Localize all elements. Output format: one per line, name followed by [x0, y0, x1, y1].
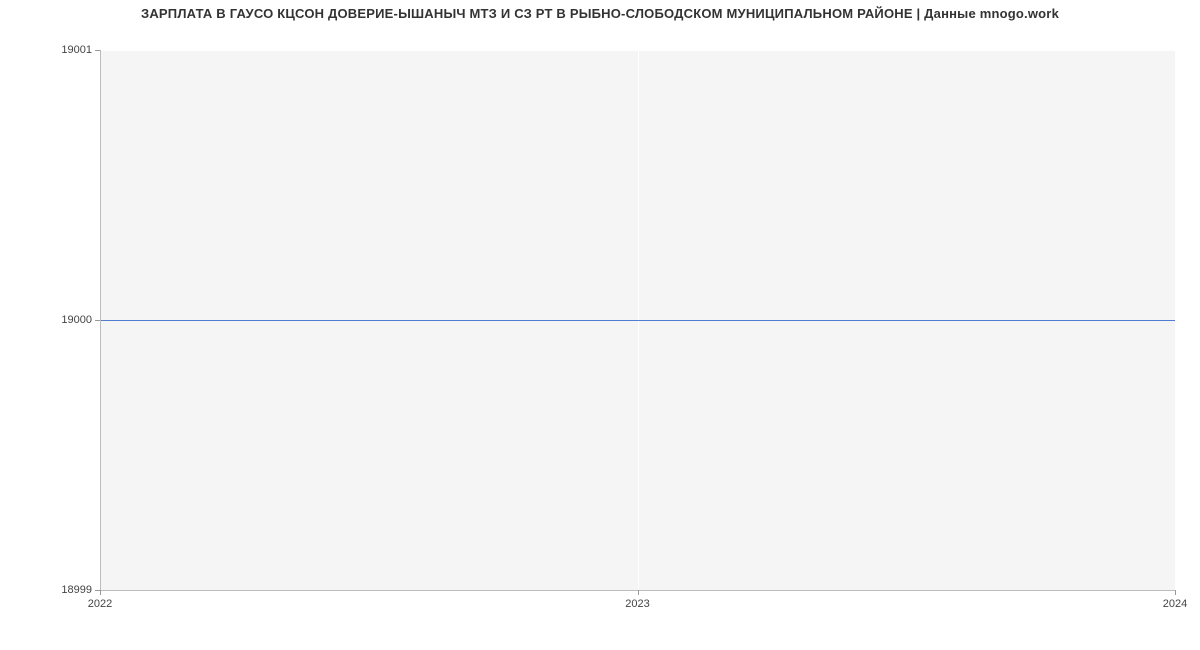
- x-tick: [638, 590, 639, 595]
- gridline-v: [1175, 50, 1176, 590]
- x-tick-label: 2023: [625, 598, 649, 610]
- y-tick: [95, 320, 100, 321]
- y-axis-line: [100, 50, 101, 590]
- x-tick: [1175, 590, 1176, 595]
- x-tick-label: 2024: [1163, 598, 1187, 610]
- chart-title: ЗАРПЛАТА В ГАУСО КЦСОН ДОВЕРИЕ-ЫШАНЫЧ МТ…: [0, 6, 1200, 21]
- y-tick: [95, 590, 100, 591]
- x-tick-label: 2022: [88, 598, 112, 610]
- y-tick-label: 19001: [0, 44, 92, 56]
- gridline-h: [100, 50, 1175, 51]
- line-chart: ЗАРПЛАТА В ГАУСО КЦСОН ДОВЕРИЕ-ЫШАНЫЧ МТ…: [0, 0, 1200, 650]
- series-line: [100, 320, 1175, 321]
- y-tick-label: 18999: [0, 584, 92, 596]
- y-tick: [95, 50, 100, 51]
- x-tick: [100, 590, 101, 595]
- y-tick-label: 19000: [0, 314, 92, 326]
